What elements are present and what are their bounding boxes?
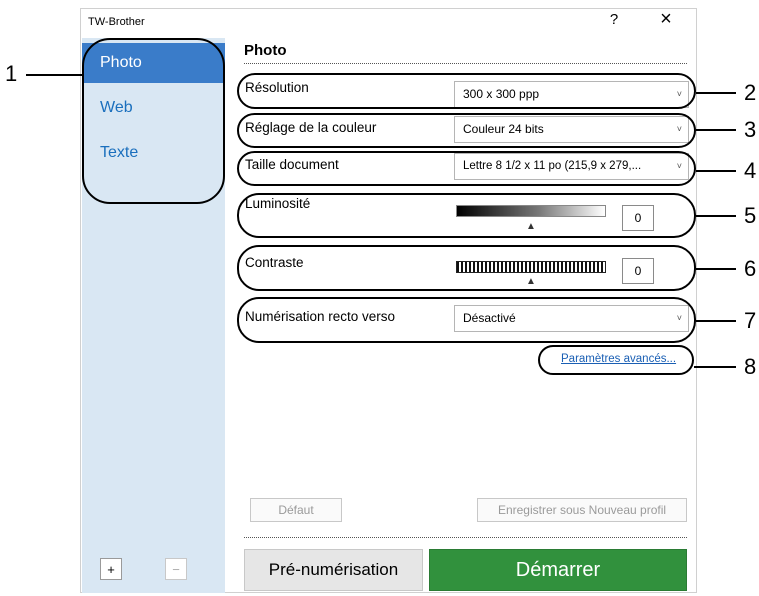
add-profile-button[interactable]: + — [100, 558, 122, 580]
callout-oval-sidebar — [82, 38, 225, 204]
callout-number-8: 8 — [744, 354, 757, 379]
callout-number-7: 7 — [744, 308, 757, 333]
leader-line-6 — [696, 268, 736, 270]
callout-oval-color — [237, 113, 696, 148]
callout-number-4: 4 — [744, 158, 757, 183]
leader-line-2 — [696, 92, 736, 94]
leader-line-3 — [696, 129, 736, 131]
leader-line-1 — [26, 74, 84, 76]
callout-number-5: 5 — [744, 203, 757, 228]
help-button[interactable]: ? — [604, 11, 624, 28]
leader-line-4 — [696, 170, 736, 172]
start-button[interactable]: Démarrer — [429, 549, 687, 591]
callout-oval-doc-size — [237, 151, 696, 186]
title-divider — [244, 63, 687, 64]
callout-number-1: 1 — [5, 61, 18, 86]
close-button[interactable]: × — [654, 8, 678, 31]
prescan-button[interactable]: Pré-numérisation — [244, 549, 423, 591]
callout-oval-resolution — [237, 73, 696, 109]
window-title: TW-Brother — [88, 16, 145, 28]
callout-number-3: 3 — [744, 117, 757, 142]
callout-oval-contrast — [237, 245, 696, 291]
leader-line-7 — [696, 320, 736, 322]
callout-oval-advanced — [538, 345, 694, 375]
callout-oval-duplex — [237, 297, 696, 343]
leader-line-8 — [694, 366, 736, 368]
callout-number-6: 6 — [744, 256, 757, 281]
bottom-divider — [244, 537, 687, 538]
save-profile-button[interactable]: Enregistrer sous Nouveau profil — [477, 498, 687, 522]
default-button[interactable]: Défaut — [250, 498, 342, 522]
remove-profile-button[interactable]: − — [165, 558, 187, 580]
leader-line-5 — [696, 215, 736, 217]
callout-oval-brightness — [237, 193, 696, 238]
callout-number-2: 2 — [744, 80, 757, 105]
page-title: Photo — [244, 42, 287, 59]
